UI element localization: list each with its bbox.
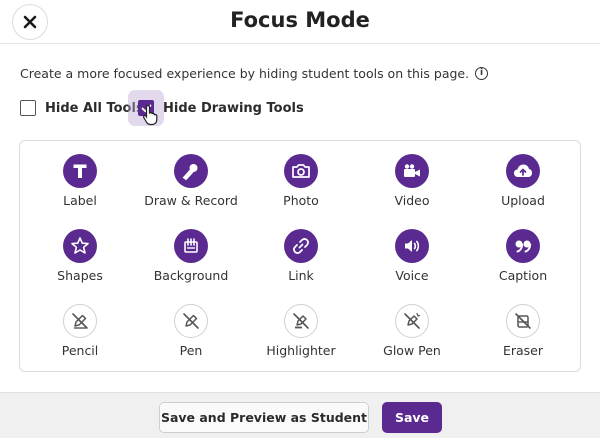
tool-video[interactable]: Video — [356, 154, 468, 208]
tool-draw-record-text: Draw & Record — [144, 193, 238, 208]
shapes-icon — [63, 229, 97, 263]
hide-all-tools-checkbox[interactable] — [20, 100, 36, 116]
info-icon[interactable]: i — [475, 67, 489, 80]
tools-panel: Label Draw & Record Photo Video Upload S… — [19, 140, 581, 372]
focus-mode-dialog: Focus Mode Create a more focused experie… — [0, 0, 600, 438]
hide-all-tools-label: Hide All Tools — [45, 100, 144, 116]
glow-pen-off-icon — [395, 304, 429, 338]
tool-highlighter-text: Highlighter — [266, 343, 336, 358]
microphone-icon — [174, 154, 208, 188]
save-button[interactable]: Save — [382, 402, 442, 433]
cloud-upload-icon — [506, 154, 540, 188]
tool-label[interactable]: Label — [24, 154, 136, 208]
save-and-preview-button[interactable]: Save and Preview as Student — [159, 402, 369, 433]
video-camera-icon — [395, 154, 429, 188]
tool-link-text: Link — [288, 268, 314, 283]
speaker-icon — [395, 229, 429, 263]
tool-eraser[interactable]: Eraser — [467, 304, 579, 358]
tool-glow-pen-text: Glow Pen — [383, 343, 441, 358]
tool-upload-text: Upload — [501, 193, 545, 208]
pen-off-icon — [174, 304, 208, 338]
hide-all-tools-option[interactable]: Hide All Tools — [20, 100, 144, 116]
background-icon — [174, 229, 208, 263]
tool-caption[interactable]: Caption — [467, 229, 579, 283]
tool-photo-text: Photo — [283, 193, 319, 208]
tool-highlighter[interactable]: Highlighter — [245, 304, 357, 358]
tool-voice[interactable]: Voice — [356, 229, 468, 283]
tool-upload[interactable]: Upload — [467, 154, 579, 208]
tool-shapes-text: Shapes — [57, 268, 103, 283]
description-text: Create a more focused experience by hidi… — [20, 66, 470, 81]
camera-icon — [284, 154, 318, 188]
link-icon — [284, 229, 318, 263]
highlighter-off-icon — [284, 304, 318, 338]
tool-photo[interactable]: Photo — [245, 154, 357, 208]
tool-label-text: Label — [63, 193, 97, 208]
hide-drawing-tools-option[interactable]: Hide Drawing Tools — [138, 100, 304, 116]
tool-draw-record[interactable]: Draw & Record — [135, 154, 247, 208]
pencil-off-icon — [63, 304, 97, 338]
dialog-title: Focus Mode — [230, 8, 370, 32]
tool-background-text: Background — [153, 268, 229, 283]
dialog-footer: Save and Preview as Student Save — [0, 392, 600, 438]
tool-video-text: Video — [394, 193, 430, 208]
tool-pen[interactable]: Pen — [135, 304, 247, 358]
tool-background[interactable]: Background — [135, 229, 247, 283]
tool-eraser-text: Eraser — [502, 343, 544, 358]
dialog-header: Focus Mode — [0, 0, 600, 44]
label-t-icon — [63, 154, 97, 188]
hand-cursor-icon — [142, 104, 158, 126]
tool-link[interactable]: Link — [245, 229, 357, 283]
tool-pencil-text: Pencil — [61, 343, 99, 358]
tool-caption-text: Caption — [498, 268, 548, 283]
tool-glow-pen[interactable]: Glow Pen — [356, 304, 468, 358]
hide-drawing-tools-label: Hide Drawing Tools — [163, 100, 304, 116]
tool-shapes[interactable]: Shapes — [24, 229, 136, 283]
tool-pen-text: Pen — [179, 343, 203, 358]
tool-voice-text: Voice — [395, 268, 429, 283]
eraser-off-icon — [506, 304, 540, 338]
quote-icon — [506, 229, 540, 263]
tool-pencil[interactable]: Pencil — [24, 304, 136, 358]
description: Create a more focused experience by hidi… — [20, 66, 489, 81]
